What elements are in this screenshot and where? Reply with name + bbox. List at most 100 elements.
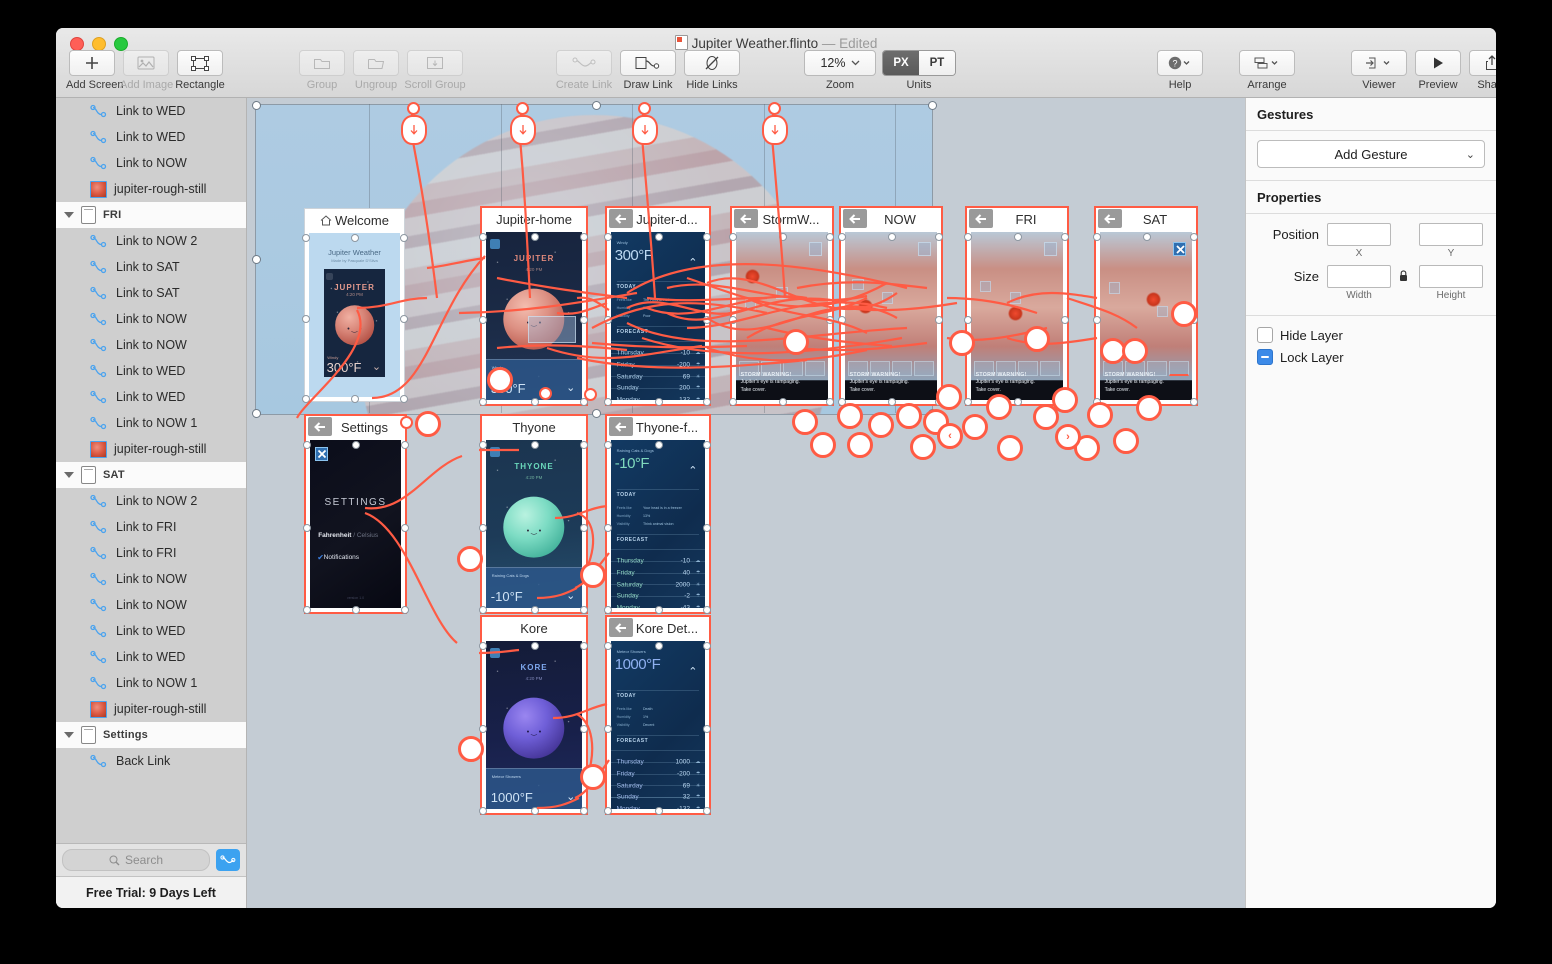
units-pt-button[interactable]: PT: [919, 51, 955, 75]
unit-toggle[interactable]: Fahrenheit / Celsius: [318, 532, 378, 539]
link-anchor-dot[interactable]: [768, 102, 781, 115]
link-knob[interactable]: [487, 367, 513, 393]
sidebar-item-link[interactable]: Link to WED: [56, 358, 246, 384]
selection-handle[interactable]: [252, 409, 261, 418]
screen-card-settings[interactable]: Settings SETTINGS Fahrenheit / Celsius: [304, 414, 407, 614]
link-knob[interactable]: [810, 432, 836, 458]
units-px-button[interactable]: PX: [883, 51, 919, 75]
link-knob[interactable]: [896, 403, 922, 429]
link-knob[interactable]: [949, 330, 975, 356]
link-arrow-down[interactable]: [762, 115, 788, 145]
draw-link-button[interactable]: Draw Link: [617, 50, 679, 91]
width-input[interactable]: [1327, 265, 1391, 288]
link-knob[interactable]: [1087, 402, 1113, 428]
disclosure-triangle-icon[interactable]: [64, 732, 74, 738]
sidebar-item-link[interactable]: Link to NOW 2: [56, 488, 246, 514]
create-link-button[interactable]: Create Link: [553, 50, 615, 91]
close-icon[interactable]: [918, 242, 932, 256]
sidebar-group-settings[interactable]: Settings: [56, 722, 246, 748]
close-icon[interactable]: [315, 447, 329, 461]
link-endpoint[interactable]: [584, 388, 597, 401]
layers-list[interactable]: Link to WEDLink to WEDLink to NOWjupiter…: [56, 98, 246, 843]
position-y-input[interactable]: [1419, 223, 1483, 246]
link-endpoint[interactable]: [539, 387, 552, 400]
sidebar-item-link[interactable]: Link to NOW: [56, 150, 246, 176]
selection-handle[interactable]: [928, 101, 937, 110]
link-knob[interactable]: [458, 736, 484, 762]
viewer-button[interactable]: Viewer: [1348, 50, 1410, 91]
ungroup-button[interactable]: Ungroup: [350, 50, 402, 91]
link-knob[interactable]: [1171, 301, 1197, 327]
selection-handle[interactable]: [592, 409, 601, 418]
link-knob[interactable]: [580, 764, 606, 790]
screen-card-thyone-forecast[interactable]: Thyone-f... Raining Cats & Dogs -10°F ⌃ …: [605, 414, 711, 614]
sidebar-item-link[interactable]: Link to WED: [56, 124, 246, 150]
link-knob[interactable]: [1136, 395, 1162, 421]
link-endpoint[interactable]: [400, 416, 413, 429]
preview-button[interactable]: Preview: [1412, 50, 1464, 91]
rectangle-button[interactable]: Rectangle: [174, 50, 226, 91]
sidebar-item-link[interactable]: Link to NOW 1: [56, 410, 246, 436]
help-button[interactable]: ? Help: [1154, 50, 1206, 91]
disclosure-triangle-icon[interactable]: [64, 472, 74, 478]
sidebar-item-link[interactable]: Link to WED: [56, 618, 246, 644]
search-input[interactable]: Search: [62, 849, 210, 871]
link-knob[interactable]: [847, 432, 873, 458]
link-knob[interactable]: [580, 562, 606, 588]
link-knob[interactable]: [1113, 428, 1139, 454]
sidebar-item-link[interactable]: Link to SAT: [56, 254, 246, 280]
link-knob[interactable]: [868, 412, 894, 438]
link-knob[interactable]: [936, 384, 962, 410]
lock-layer-row[interactable]: Lock Layer: [1246, 346, 1496, 368]
link-knob[interactable]: [1024, 326, 1050, 352]
link-knob[interactable]: [1052, 387, 1078, 413]
selection-handle[interactable]: [252, 255, 261, 264]
disclosure-triangle-icon[interactable]: [64, 212, 74, 218]
height-input[interactable]: [1419, 265, 1483, 288]
close-icon[interactable]: [1173, 242, 1187, 256]
sidebar-item-image[interactable]: jupiter-rough-still: [56, 436, 246, 462]
sidebar-item-link[interactable]: Link to NOW 1: [56, 670, 246, 696]
add-gesture-dropdown[interactable]: Add Gesture ⌄: [1257, 140, 1485, 168]
link-knob-back[interactable]: ‹: [937, 423, 963, 449]
link-knob[interactable]: [415, 411, 441, 437]
screen-card-kore-detail[interactable]: Kore Det... Meteor Showers 1000°F ⌃ TODA…: [605, 615, 711, 815]
filter-links-button[interactable]: [216, 849, 240, 871]
canvas[interactable]: Welcome Jupiter Weather Made by Pasquale…: [247, 98, 1245, 908]
lock-layer-checkbox[interactable]: [1257, 349, 1273, 365]
link-anchor-dot[interactable]: [638, 102, 651, 115]
link-knob[interactable]: [783, 329, 809, 355]
sidebar-item-link[interactable]: Link to WED: [56, 98, 246, 124]
sidebar-item-link[interactable]: Link to NOW: [56, 566, 246, 592]
sidebar-item-link[interactable]: Link to FRI: [56, 540, 246, 566]
link-knob[interactable]: [962, 414, 988, 440]
link-knob[interactable]: [997, 435, 1023, 461]
sidebar-item-link[interactable]: Link to NOW: [56, 306, 246, 332]
arrange-button[interactable]: Arrange: [1236, 50, 1298, 91]
sidebar-group-fri[interactable]: FRI: [56, 202, 246, 228]
screen-card-now[interactable]: NOW STORM WARNING! Jupiter's eye is ramp…: [839, 206, 943, 406]
screen-card-welcome[interactable]: Welcome Jupiter Weather Made by Pasquale…: [304, 208, 405, 402]
link-anchor-dot[interactable]: [516, 102, 529, 115]
link-knob[interactable]: [792, 409, 818, 435]
hide-layer-checkbox[interactable]: [1257, 327, 1273, 343]
link-knob[interactable]: [1122, 338, 1148, 364]
sidebar-group-sat[interactable]: SAT: [56, 462, 246, 488]
sidebar-item-image[interactable]: jupiter-rough-still: [56, 696, 246, 722]
close-icon[interactable]: [1044, 242, 1058, 256]
sidebar-item-image[interactable]: jupiter-rough-still: [56, 176, 246, 202]
close-icon[interactable]: [809, 242, 823, 256]
link-knob[interactable]: [910, 434, 936, 460]
group-button[interactable]: Group: [296, 50, 348, 91]
screen-card-jupiter-detail[interactable]: Jupiter-d... Windy 300°F ⌃ TODAY Feels l…: [605, 206, 711, 406]
link-anchor-dot[interactable]: [407, 102, 420, 115]
sidebar-item-link[interactable]: Link to WED: [56, 644, 246, 670]
link-knob[interactable]: [457, 546, 483, 572]
sidebar-item-link[interactable]: Link to NOW: [56, 332, 246, 358]
zoom-popup[interactable]: 12%: [804, 50, 876, 76]
sidebar-item-link[interactable]: Link to NOW 2: [56, 228, 246, 254]
link-arrow-down[interactable]: [632, 115, 658, 145]
link-arrow-down[interactable]: [401, 115, 427, 145]
scroll-group-button[interactable]: Scroll Group: [404, 50, 466, 91]
sidebar-item-link[interactable]: Link to NOW: [56, 592, 246, 618]
